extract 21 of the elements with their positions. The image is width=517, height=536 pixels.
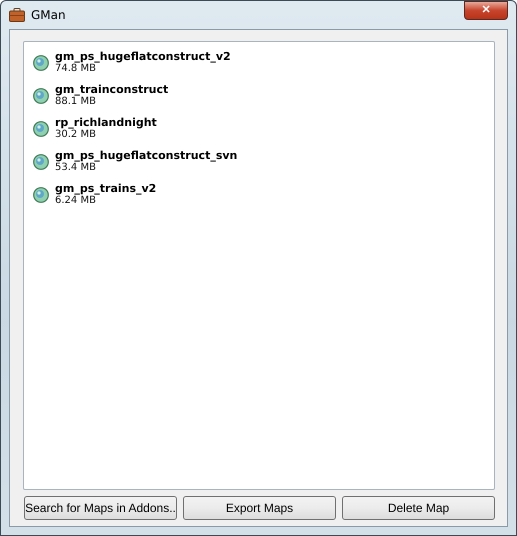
globe-icon <box>33 120 49 136</box>
map-name[interactable]: gm_trainconstruct <box>55 83 168 96</box>
action-button[interactable]: Export Maps <box>183 496 336 520</box>
close-button[interactable]: ✕ <box>464 1 508 20</box>
map-size: 74.8 MB <box>55 63 97 75</box>
window-title: GMan <box>31 8 67 22</box>
action-button[interactable]: Delete Map <box>342 496 495 520</box>
map-name[interactable]: gm_ps_trains_v2 <box>55 182 156 195</box>
globe-icon <box>33 186 49 202</box>
map-size: 30.2 MB <box>55 129 97 141</box>
map-size: 53.4 MB <box>55 162 97 174</box>
map-name[interactable]: gm_ps_hugeflatconstruct_svn <box>55 149 238 162</box>
map-size: 6.24 MB <box>55 195 97 207</box>
briefcase-icon <box>9 8 25 22</box>
globe-icon <box>33 154 49 170</box>
action-button[interactable]: Search for Maps in Addons.. <box>24 496 177 520</box>
map-size: 88.1 MB <box>55 96 97 108</box>
globe-icon <box>33 88 49 104</box>
map-name[interactable]: rp_richlandnight <box>55 116 157 129</box>
map-name[interactable]: gm_ps_hugeflatconstruct_v2 <box>55 50 231 63</box>
globe-icon <box>33 54 49 70</box>
